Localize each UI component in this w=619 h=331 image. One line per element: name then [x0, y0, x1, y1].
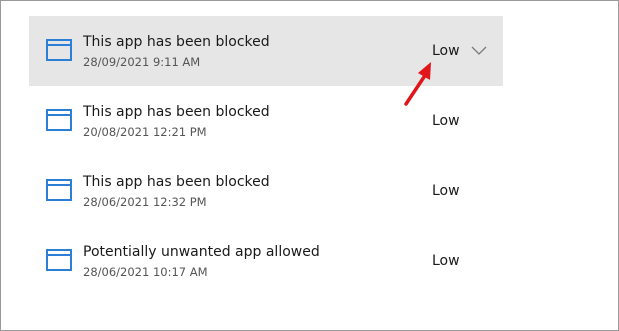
item-timestamp: 28/06/2021 10:17 AM — [83, 265, 208, 279]
screenshot-frame: This app has been blocked 28/09/2021 9:1… — [0, 0, 619, 331]
app-window-icon — [46, 109, 72, 131]
item-timestamp: 20/08/2021 12:21 PM — [83, 125, 207, 139]
item-timestamp: 28/06/2021 12:32 PM — [83, 195, 207, 209]
severity-label: Low — [432, 253, 460, 269]
severity-label: Low — [432, 43, 460, 59]
red-pointer-arrow-icon — [404, 62, 431, 106]
list-item[interactable]: This app has been blocked 28/06/2021 12:… — [29, 156, 503, 226]
app-window-icon — [46, 179, 72, 201]
app-window-icon — [46, 39, 72, 61]
severity-label: Low — [432, 113, 460, 129]
threat-history-list: This app has been blocked 28/09/2021 9:1… — [29, 16, 503, 296]
chevron-down-icon[interactable] — [471, 46, 487, 56]
list-item[interactable]: Potentially unwanted app allowed 28/06/2… — [29, 226, 503, 296]
severity-label: Low — [432, 183, 460, 199]
item-title: This app has been blocked — [83, 104, 270, 120]
item-timestamp: 28/09/2021 9:11 AM — [83, 55, 201, 69]
item-title: Potentially unwanted app allowed — [83, 244, 320, 260]
app-window-icon — [46, 249, 72, 271]
item-title: This app has been blocked — [83, 174, 270, 190]
item-title: This app has been blocked — [83, 34, 270, 50]
